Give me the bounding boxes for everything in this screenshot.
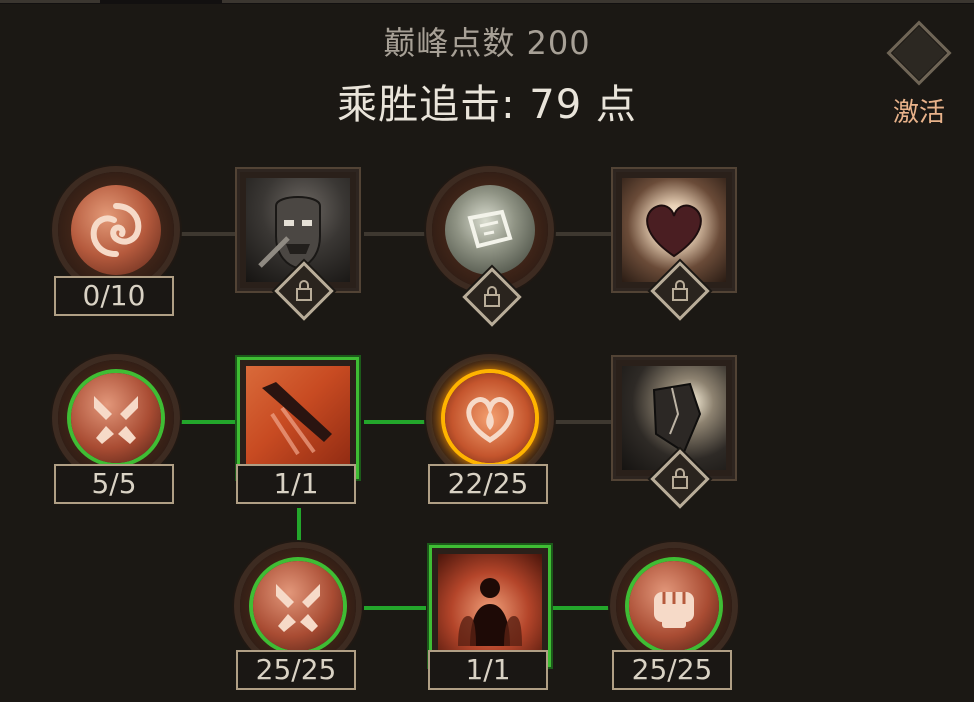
skill-counter: 1/1 bbox=[236, 464, 356, 504]
warrior-icon bbox=[258, 196, 321, 270]
connector-n6-n9 bbox=[297, 508, 301, 548]
dagger-icon bbox=[262, 382, 332, 456]
rally-icon bbox=[458, 578, 522, 646]
top-bar-segment bbox=[0, 0, 100, 3]
fist-icon bbox=[654, 592, 694, 628]
scroll-icon bbox=[467, 209, 513, 249]
crossed-blades-icon bbox=[94, 396, 138, 444]
crossed-blades-icon bbox=[276, 584, 320, 632]
skill-counter: 0/10 bbox=[54, 276, 174, 316]
skill-counter: 25/25 bbox=[612, 650, 732, 690]
swirl-icon bbox=[90, 203, 142, 257]
connector-n3-n4 bbox=[552, 232, 612, 236]
connector-n9-n10 bbox=[364, 606, 426, 610]
top-bar bbox=[0, 0, 974, 4]
heart-icon bbox=[646, 204, 702, 258]
page-title: 乘胜追击: 79 点 bbox=[337, 82, 637, 128]
top-bar-segment bbox=[222, 0, 974, 3]
blood-heart-icon bbox=[466, 397, 514, 443]
connector-n6-n7 bbox=[364, 420, 426, 424]
connector-n7-n8 bbox=[552, 420, 612, 424]
skill-counter: 1/1 bbox=[428, 650, 548, 690]
activate-label: 激活 bbox=[892, 98, 945, 128]
paragon-points-label: 巅峰点数 200 bbox=[383, 24, 591, 62]
activate-button[interactable]: 激活 bbox=[884, 20, 954, 132]
broken-shield-icon bbox=[652, 382, 702, 454]
connector-n10-n11 bbox=[552, 606, 612, 610]
skill-counter: 25/25 bbox=[236, 650, 356, 690]
skill-counter: 22/25 bbox=[428, 464, 548, 504]
connector-n2-n3 bbox=[364, 232, 426, 236]
skill-counter: 5/5 bbox=[54, 464, 174, 504]
connector-n5-n6 bbox=[176, 420, 236, 424]
connector-n1-n2 bbox=[176, 232, 236, 236]
diamond-icon bbox=[886, 20, 952, 86]
